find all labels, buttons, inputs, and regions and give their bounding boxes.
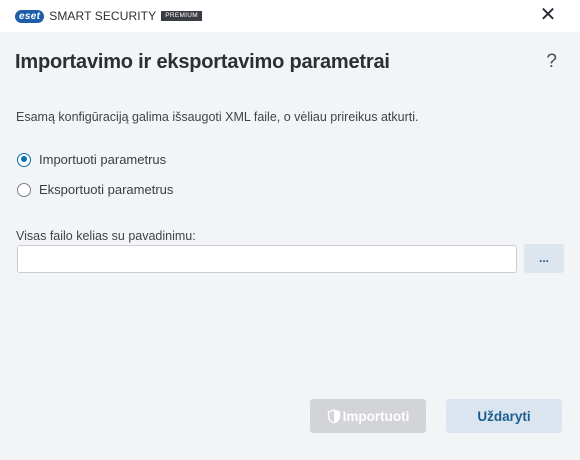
shield-icon xyxy=(327,408,341,424)
edition-badge: PREMIUM xyxy=(161,11,202,21)
import-button-label: Importuoti xyxy=(342,408,410,424)
export-radio[interactable] xyxy=(17,182,31,197)
export-settings-option[interactable]: Eksportuoti parametrus xyxy=(17,182,173,197)
import-button[interactable]: Importuoti xyxy=(310,399,426,433)
product-name: SMART SECURITY xyxy=(49,9,157,23)
browse-button[interactable]: ... xyxy=(524,244,564,273)
eset-logo: eset xyxy=(15,9,45,23)
product-brand: eset SMART SECURITY PREMIUM xyxy=(15,9,202,23)
page-title: Importavimo ir eksportavimo parametrai xyxy=(15,51,390,73)
import-radio-label: Importuoti parametrus xyxy=(39,152,167,167)
import-radio[interactable] xyxy=(17,152,31,167)
file-path-input[interactable] xyxy=(17,245,517,273)
help-icon[interactable]: ? xyxy=(546,51,557,73)
file-path-label: Visas failo kelias su pavadinimu: xyxy=(16,229,196,243)
title-bar: eset SMART SECURITY PREMIUM ✕ xyxy=(0,0,580,32)
export-radio-label: Eksportuoti parametrus xyxy=(39,182,174,197)
description-text: Esamą konfigūraciją galima išsaugoti XML… xyxy=(16,110,419,124)
close-button-label: Uždaryti xyxy=(477,408,531,424)
close-icon[interactable]: ✕ xyxy=(538,5,558,25)
close-button[interactable]: Uždaryti xyxy=(446,399,562,433)
import-settings-option[interactable]: Importuoti parametrus xyxy=(17,152,166,167)
